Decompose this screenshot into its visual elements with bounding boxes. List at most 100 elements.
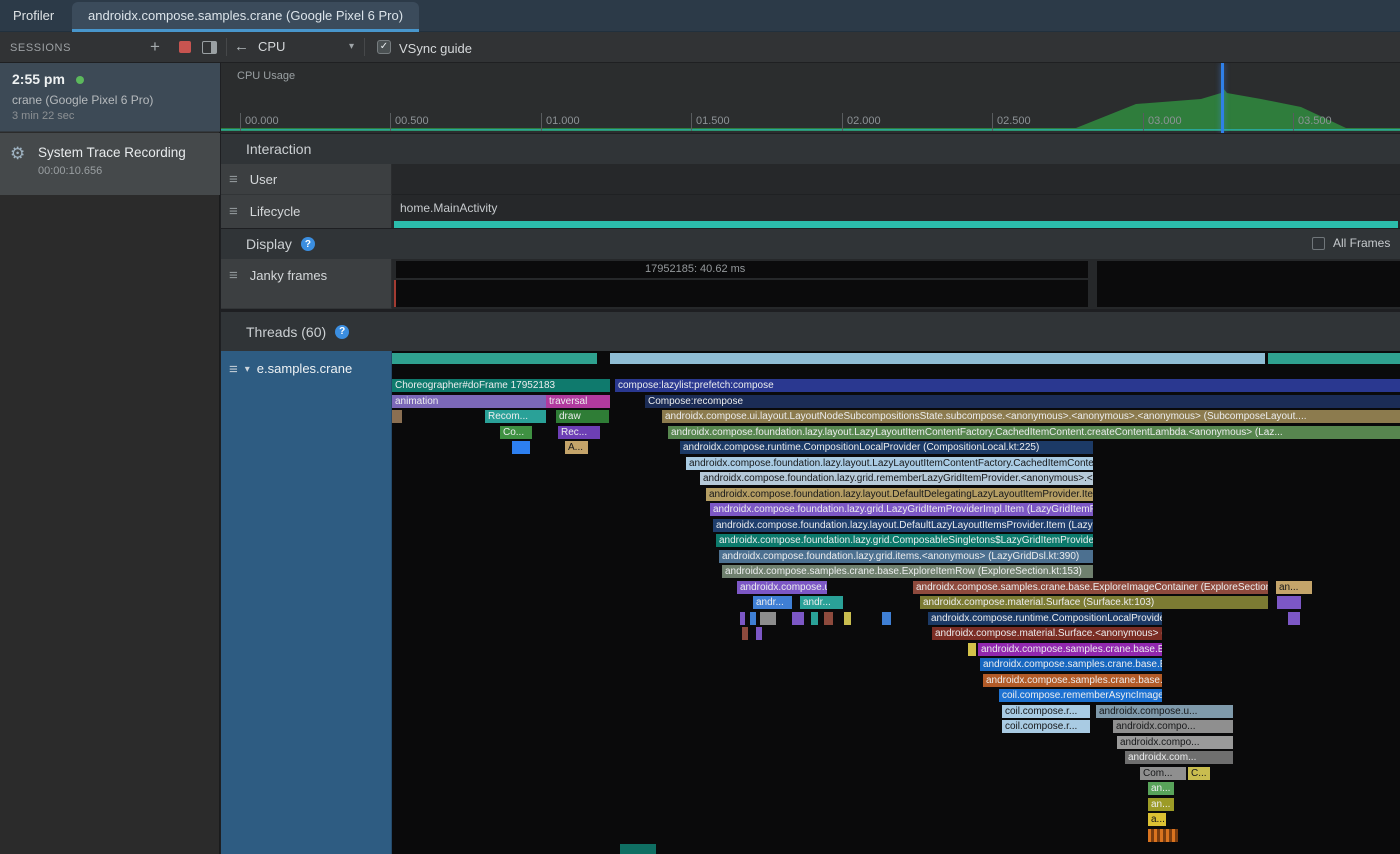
session-tab[interactable]: androidx.compose.samples.crane (Google P…	[72, 2, 419, 32]
trace-span[interactable]: androidx.compose.samples.crane.base.Expl…	[978, 643, 1162, 656]
activity-bar[interactable]	[394, 221, 1398, 228]
trace-span[interactable]: androidx.compose.samples.crane.base.Expl…	[983, 674, 1162, 687]
trace-span[interactable]	[512, 441, 530, 454]
trace-span[interactable]: Recom...	[485, 410, 546, 423]
trace-span[interactable]	[620, 844, 656, 854]
trace-span[interactable]: androidx.compose.foundation.lazy.grid.Co…	[716, 534, 1093, 547]
trace-span[interactable]: androidx.compose.ui.layout.m...	[737, 581, 827, 594]
trace-span[interactable]: androidx.compose.samples.crane.base.Expl…	[722, 565, 1093, 578]
trace-span[interactable]: androidx.compo...	[1117, 736, 1233, 749]
trace-span[interactable]: C...	[1188, 767, 1210, 780]
flame-chart[interactable]: Choreographer#doFrame 17952183 compose:la…	[392, 351, 1400, 854]
display-title: Display	[246, 236, 292, 252]
recording-item[interactable]: ⚙ System Trace Recording 00:00:10.656	[0, 133, 220, 195]
trace-span[interactable]: androidx.com...	[1125, 751, 1233, 764]
frame-bar[interactable]	[396, 280, 1088, 307]
trace-span[interactable]: androidx.compose.foundation.lazy.layout.…	[706, 488, 1093, 501]
back-icon[interactable]: ←	[234, 38, 249, 55]
trace-span[interactable]: an...	[1148, 782, 1174, 795]
lifecycle-track[interactable]: home.MainActivity	[392, 195, 1400, 228]
frame-bar[interactable]	[1097, 261, 1400, 307]
trace-span[interactable]: androidx.compose.runtime.CompositionLoca…	[680, 441, 1093, 454]
vsync-checkbox[interactable]: ✓	[377, 40, 391, 54]
trace-span[interactable]	[1268, 353, 1400, 364]
trace-span[interactable]	[1277, 596, 1301, 609]
trace-span[interactable]: compose:lazylist:prefetch:compose	[615, 379, 1400, 392]
collapse-panel-icon[interactable]	[202, 41, 217, 54]
trace-span[interactable]	[824, 612, 833, 625]
session-card[interactable]: 2:55 pm crane (Google Pixel 6 Pro) 3 min…	[0, 63, 220, 132]
trace-span[interactable]: a...	[1148, 813, 1166, 826]
trace-span[interactable]	[811, 612, 818, 625]
trace-span[interactable]	[756, 627, 762, 640]
drag-handle-icon[interactable]: ≡	[229, 204, 238, 219]
trace-span[interactable]: androidx.compose.foundation.lazy.grid.re…	[700, 472, 1093, 485]
add-session-icon[interactable]: +	[150, 37, 160, 57]
chevron-down-icon[interactable]: ▾	[245, 364, 250, 375]
trace-span[interactable]: andr...	[753, 596, 792, 609]
trace-span[interactable]: androidx.compose.material.Surface (Surfa…	[920, 596, 1268, 609]
check-icon: ✓	[380, 42, 388, 52]
drag-handle-icon[interactable]: ≡	[229, 268, 238, 283]
toolbar-separator	[364, 38, 365, 56]
trace-span[interactable]: androidx.compose.u...	[1096, 705, 1233, 718]
trace-span[interactable]: androidx.compose.ui.layout.LayoutNodeSub…	[662, 410, 1400, 423]
trace-span[interactable]	[1148, 829, 1178, 842]
trace-span[interactable]	[742, 627, 748, 640]
trace-span[interactable]: androidx.compose.runtime.CompositionLoca…	[928, 612, 1162, 625]
trace-span[interactable]: androidx.compose.foundation.lazy.grid.it…	[719, 550, 1093, 563]
lifecycle-track-label[interactable]: ≡ Lifecycle	[221, 195, 392, 228]
drag-handle-icon[interactable]: ≡	[229, 172, 238, 187]
trace-span[interactable]: A...	[565, 441, 588, 454]
trace-span[interactable]	[792, 612, 804, 625]
trace-span[interactable]: Compose:recompose	[645, 395, 1400, 408]
trace-span[interactable]: androidx.compose.foundation.lazy.grid.La…	[710, 503, 1093, 516]
trace-span[interactable]: Com...	[1140, 767, 1186, 780]
janky-frame-marker[interactable]	[394, 280, 396, 307]
trace-span[interactable]: androidx.compose.foundation.lazy.layout.…	[713, 519, 1093, 532]
trace-span[interactable]: Co...	[500, 426, 532, 439]
time-tick	[541, 113, 542, 131]
trace-span[interactable]	[760, 612, 776, 625]
trace-span[interactable]	[750, 612, 756, 625]
trace-span[interactable]	[968, 643, 976, 656]
trace-span[interactable]	[392, 410, 402, 423]
trace-span[interactable]	[610, 353, 1265, 364]
trace-span[interactable]: androidx.compose.samples.crane.base.Expl…	[913, 581, 1268, 594]
trace-span[interactable]: coil.compose.rememberAsyncImagePainter (…	[999, 689, 1162, 702]
trace-span[interactable]: androidx.compose.samples.crane.base.Expl…	[980, 658, 1162, 671]
trace-span[interactable]: draw	[556, 410, 609, 423]
trace-span[interactable]: androidx.compose.foundation.lazy.layout.…	[668, 426, 1400, 439]
time-tick-label: 03.000	[1148, 115, 1182, 127]
janky-frames-track[interactable]: 17952185: 40.62 ms	[392, 259, 1400, 309]
trace-span[interactable]: Rec...	[558, 426, 600, 439]
all-frames-checkbox[interactable]	[1312, 237, 1325, 250]
trace-span[interactable]: coil.compose.r...	[1002, 720, 1090, 733]
cpu-chart[interactable]: CPU Usage 00.00000.50001.00001.50002.000…	[221, 63, 1400, 133]
trace-span[interactable]: coil.compose.r...	[1002, 705, 1090, 718]
stop-recording-icon[interactable]	[179, 41, 191, 53]
chevron-down-icon: ▾	[349, 41, 354, 52]
profiler-mode-dropdown[interactable]: CPU ▾	[258, 39, 354, 54]
user-track[interactable]	[392, 164, 1400, 195]
trace-span[interactable]: androidx.compo...	[1113, 720, 1233, 733]
trace-span[interactable]: traversal	[546, 395, 610, 408]
trace-span[interactable]: an...	[1148, 798, 1174, 811]
trace-span[interactable]: androidx.compose.foundation.lazy.layout.…	[686, 457, 1093, 470]
user-track-label[interactable]: ≡ User	[221, 164, 392, 195]
trace-span[interactable]: animation	[392, 395, 546, 408]
drag-handle-icon[interactable]: ≡	[229, 362, 238, 377]
trace-span[interactable]	[392, 353, 597, 364]
trace-span[interactable]: Choreographer#doFrame 17952183	[392, 379, 610, 392]
trace-span[interactable]	[882, 612, 891, 625]
trace-span[interactable]: andr...	[800, 596, 843, 609]
janky-frames-track-label[interactable]: ≡ Janky frames	[221, 259, 392, 309]
thread-row-e-samples-crane[interactable]: ≡ ▾ e.samples.crane	[221, 351, 392, 854]
help-icon[interactable]: ?	[335, 325, 349, 339]
trace-span[interactable]	[844, 612, 851, 625]
trace-span[interactable]	[1288, 612, 1300, 625]
trace-span[interactable]: androidx.compose.material.Surface.<anony…	[932, 627, 1162, 640]
trace-span[interactable]: an...	[1276, 581, 1312, 594]
help-icon[interactable]: ?	[301, 237, 315, 251]
trace-span[interactable]	[740, 612, 745, 625]
